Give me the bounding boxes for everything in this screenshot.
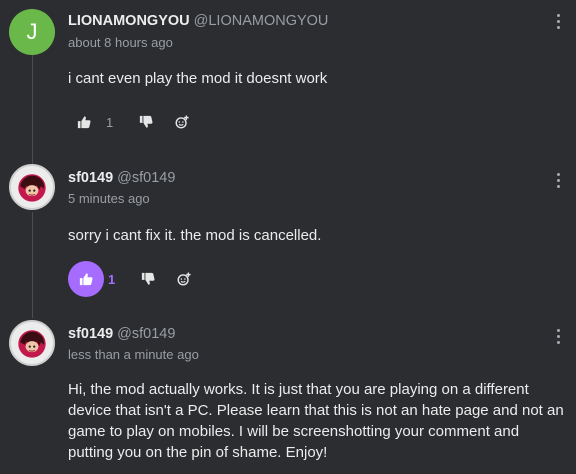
comment-thread: J LIONAMONGYOU @LIONAMONGYOU about 8 hour…	[0, 0, 576, 474]
avatar[interactable]	[9, 320, 55, 366]
like-count: 1	[106, 114, 114, 130]
add-reaction-button[interactable]	[164, 104, 200, 140]
author-handle[interactable]: @sf0149	[117, 170, 175, 186]
avatar-image	[11, 322, 53, 364]
avatar[interactable]	[9, 164, 55, 210]
timestamp: 5 minutes ago	[68, 191, 150, 206]
author-handle[interactable]: @LIONAMONGYOU	[194, 13, 329, 29]
author-name[interactable]: sf0149	[68, 170, 113, 186]
comment-actions: 1	[68, 104, 200, 140]
add-reaction-icon	[175, 115, 189, 129]
more-vertical-icon[interactable]	[556, 173, 560, 188]
like-button[interactable]	[68, 261, 104, 297]
comment-header: LIONAMONGYOU @LIONAMONGYOU	[68, 11, 328, 31]
more-vertical-icon[interactable]	[556, 329, 560, 344]
timestamp: less than a minute ago	[68, 347, 199, 362]
add-reaction-button[interactable]	[166, 261, 202, 297]
author-handle[interactable]: @sf0149	[117, 326, 175, 342]
thumbs-down-icon	[141, 272, 155, 285]
avatar[interactable]: J	[9, 9, 55, 55]
thumbs-up-icon	[77, 116, 91, 129]
comment-text: sorry i cant fix it. the mod is cancelle…	[68, 227, 322, 244]
comment: sf0149 @sf0149 less than a minute ago Hi,…	[0, 316, 576, 474]
add-reaction-icon	[177, 272, 191, 286]
comment-text: i cant even play the mod it doesnt work	[68, 70, 328, 87]
thumbs-up-icon	[79, 273, 93, 286]
timestamp: about 8 hours ago	[68, 35, 173, 50]
like-button[interactable]	[66, 104, 102, 140]
thumbs-down-icon	[139, 115, 153, 128]
avatar-image	[11, 166, 53, 208]
author-name[interactable]: LIONAMONGYOU	[68, 13, 190, 29]
comment: J LIONAMONGYOU @LIONAMONGYOU about 8 hour…	[0, 0, 576, 150]
comment-text: Hi, the mod actually works. It is just t…	[68, 381, 564, 461]
comment-header: sf0149 @sf0149	[68, 324, 175, 344]
comment-header: sf0149 @sf0149	[68, 168, 175, 188]
more-vertical-icon[interactable]	[556, 14, 560, 29]
comment: sf0149 @sf0149 5 minutes ago sorry i cant…	[0, 158, 576, 308]
like-count: 1	[108, 271, 116, 287]
author-name[interactable]: sf0149	[68, 326, 113, 342]
dislike-button[interactable]	[128, 104, 164, 140]
comment-actions: 1	[68, 261, 202, 297]
dislike-button[interactable]	[130, 261, 166, 297]
